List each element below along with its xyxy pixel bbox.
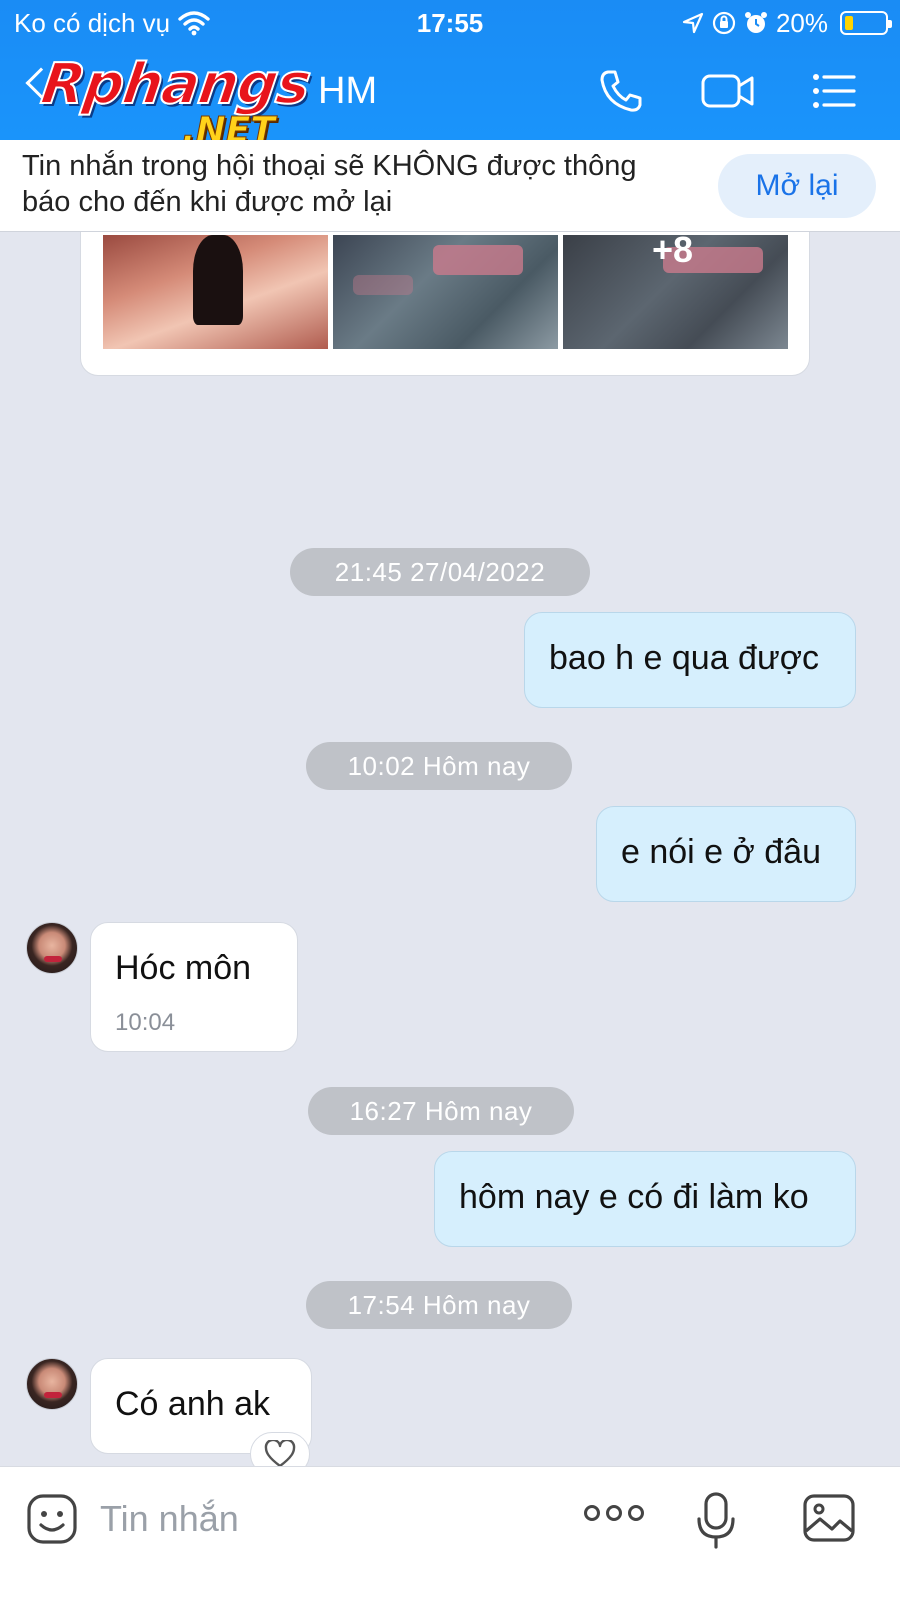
reopen-notifications-button[interactable]: Mở lại <box>718 154 876 218</box>
phone-icon[interactable] <box>598 68 644 114</box>
message-text: bao h e qua được <box>549 639 820 677</box>
sticker-icon[interactable] <box>26 1493 78 1545</box>
rotation-lock-icon <box>712 11 736 35</box>
message-text: hôm nay e có đi làm ko <box>459 1178 809 1216</box>
timestamp-pill: 21:45 27/04/2022 <box>290 548 590 596</box>
photo-thumbnail[interactable] <box>333 235 558 349</box>
menu-list-icon[interactable] <box>810 68 856 114</box>
timestamp-pill: 17:54 Hôm nay <box>306 1281 572 1329</box>
message-text: Có anh ak <box>115 1385 270 1423</box>
contact-avatar[interactable] <box>26 922 78 974</box>
incoming-message[interactable]: Hóc môn 10:04 <box>90 922 298 1052</box>
location-arrow-icon <box>682 12 704 34</box>
timestamp-pill: 16:27 Hôm nay <box>308 1087 574 1135</box>
microphone-icon[interactable] <box>694 1491 738 1551</box>
alarm-icon <box>744 12 767 33</box>
mute-notice-text: Tin nhắn trong hội thoại sẽ KHÔNG được t… <box>22 150 637 218</box>
status-right: 20% <box>682 6 892 40</box>
outgoing-message[interactable]: bao h e qua được <box>524 612 856 708</box>
photo-thumbnail[interactable]: +8 <box>563 235 788 349</box>
outgoing-message[interactable]: hôm nay e có đi làm ko <box>434 1151 856 1247</box>
chat-header: Ko có dịch vụ 17:55 20% Rphangs .NET HM <box>0 0 900 152</box>
mute-banner: Tin nhắn trong hội thoại sẽ KHÔNG được t… <box>0 140 900 232</box>
message-text: e nói e ở đâu <box>621 833 821 871</box>
logo-main-text: Rphangs <box>36 51 314 118</box>
outgoing-message[interactable]: e nói e ở đâu <box>596 806 856 902</box>
battery-icon <box>840 11 892 35</box>
message-composer <box>0 1466 900 1600</box>
contact-avatar[interactable] <box>26 1358 78 1410</box>
message-time: 10:04 <box>115 1009 176 1036</box>
more-icon[interactable] <box>584 1505 644 1521</box>
video-camera-icon[interactable] <box>700 68 756 114</box>
contact-name[interactable]: HM <box>318 70 377 113</box>
heart-icon <box>264 1440 296 1468</box>
more-photos-count: +8 <box>651 235 693 270</box>
watermark-logo: Rphangs .NET <box>36 51 314 152</box>
message-text: Hóc môn <box>115 949 252 987</box>
message-input[interactable] <box>100 1491 540 1547</box>
photo-thumbnail[interactable] <box>103 235 328 349</box>
battery-percent: 20% <box>775 7 828 38</box>
image-icon[interactable] <box>802 1493 856 1543</box>
timestamp-pill: 10:02 Hôm nay <box>306 742 572 790</box>
